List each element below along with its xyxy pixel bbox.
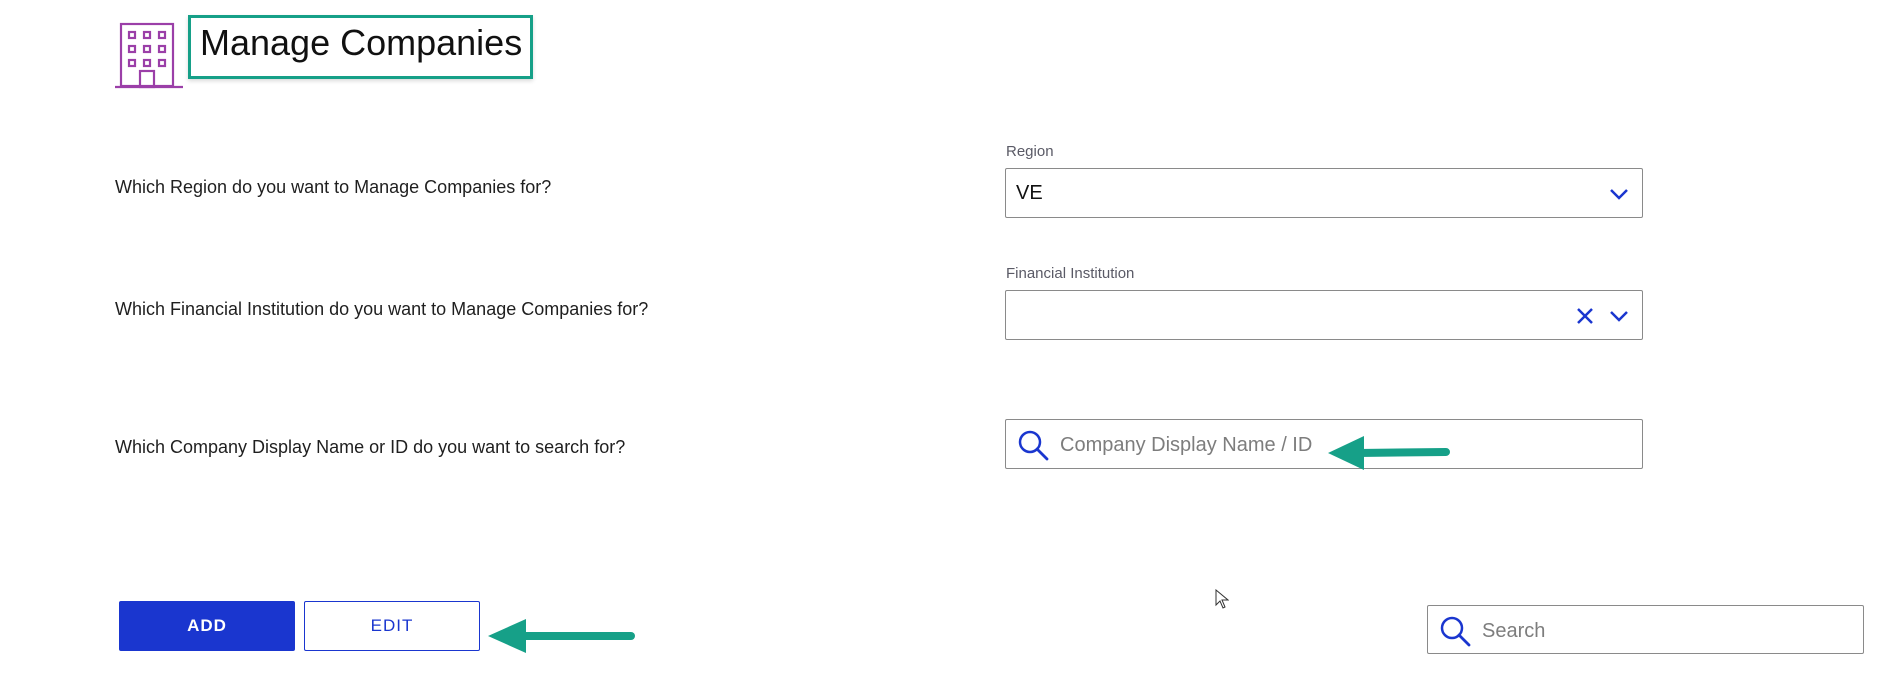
region-selected-value: VE <box>1016 182 1043 204</box>
company-search-question: Which Company Display Name or ID do you … <box>115 437 626 457</box>
institution-select[interactable] <box>1005 290 1643 340</box>
institution-label: Financial Institution <box>1006 265 1135 282</box>
clear-icon[interactable] <box>1574 305 1596 327</box>
institution-question: Which Financial Institution do you want … <box>115 299 649 319</box>
add-button[interactable]: ADD <box>119 601 295 651</box>
annotation-arrow-icon <box>488 619 635 653</box>
chevron-down-icon[interactable] <box>1608 305 1630 327</box>
table-search-input[interactable] <box>1480 606 1854 656</box>
region-label: Region <box>1006 143 1054 160</box>
chevron-down-icon[interactable] <box>1608 183 1630 205</box>
manage-companies-page: Manage Companies Which Region do you wan… <box>0 0 1877 676</box>
mouse-cursor-icon <box>1215 589 1229 609</box>
search-icon <box>1440 616 1471 647</box>
annotation-arrow-icon <box>1328 436 1450 470</box>
page-title: Manage Companies <box>200 22 523 63</box>
table-search-field[interactable] <box>1427 605 1864 656</box>
search-icon <box>1018 430 1049 461</box>
building-icon <box>115 22 183 89</box>
company-search-field[interactable] <box>1005 419 1643 470</box>
region-select[interactable]: VE <box>1005 168 1643 218</box>
edit-button[interactable]: EDIT <box>304 601 480 651</box>
region-question: Which Region do you want to Manage Compa… <box>115 177 552 197</box>
